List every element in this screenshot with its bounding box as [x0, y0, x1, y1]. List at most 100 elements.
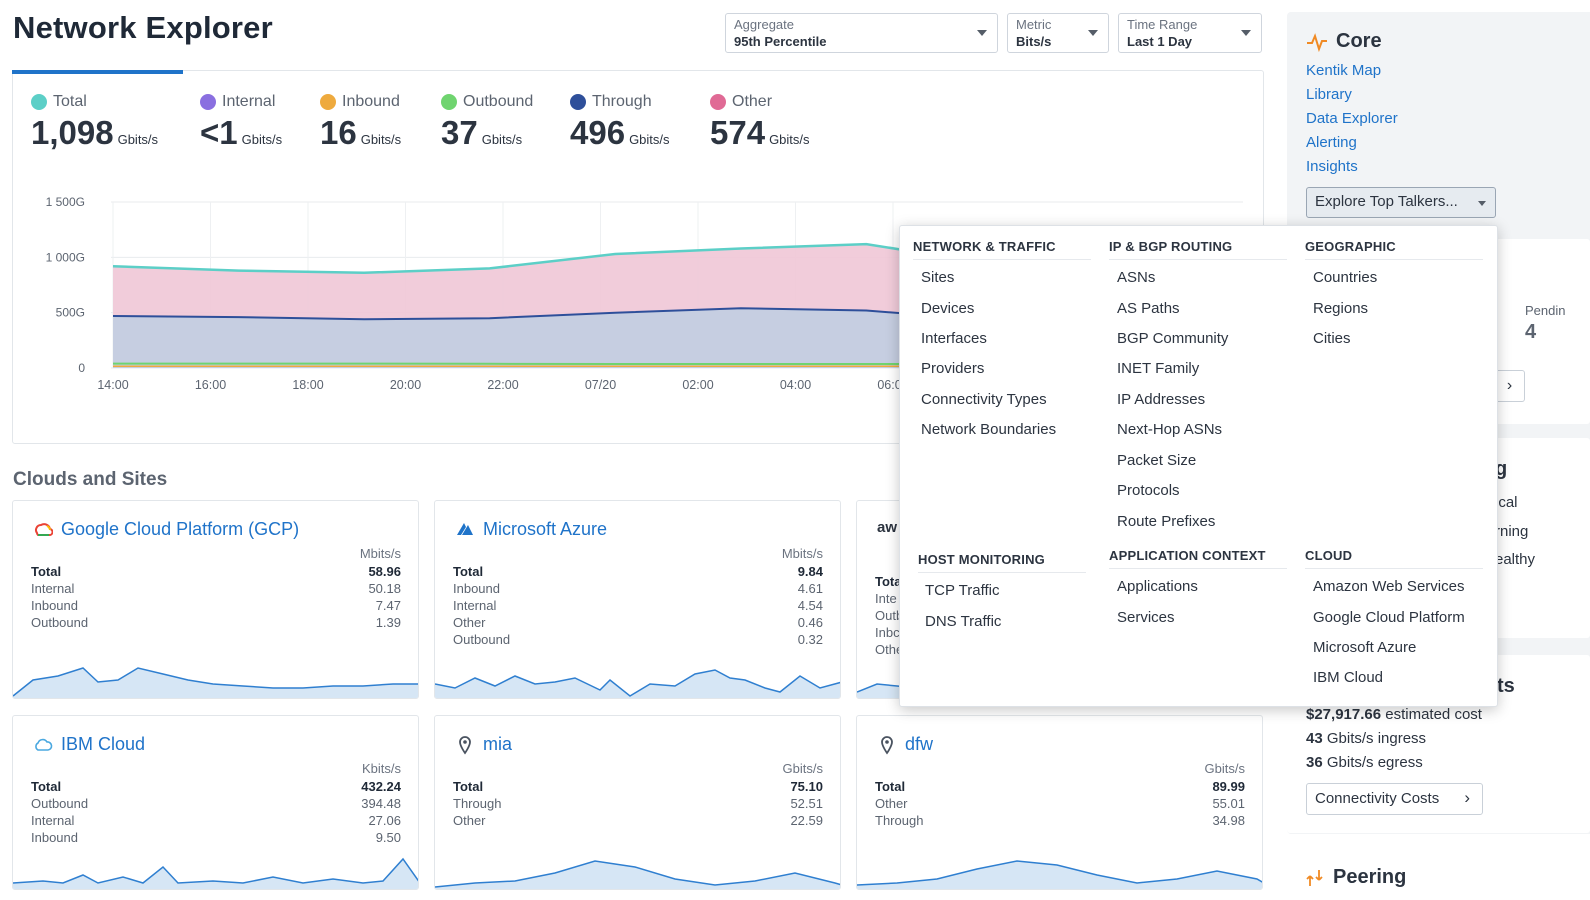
- menu-item-devices[interactable]: Devices: [921, 300, 974, 317]
- card-title[interactable]: IBM Cloud: [33, 734, 145, 755]
- menu-item-bgp-community[interactable]: BGP Community: [1117, 330, 1228, 347]
- menu-item-connectivity-types[interactable]: Connectivity Types: [921, 391, 1047, 408]
- card-title[interactable]: mia: [455, 734, 512, 755]
- card-title-text: IBM Cloud: [61, 734, 146, 754]
- card-unit: Mbits/s: [359, 546, 401, 561]
- menu-item-services[interactable]: Services: [1117, 609, 1175, 626]
- card-row: Other 55.01: [875, 796, 1245, 811]
- aggregate-value: 95th Percentile: [734, 34, 827, 49]
- card-title-text: dfw: [905, 734, 934, 754]
- menu-item-interfaces[interactable]: Interfaces: [921, 330, 987, 347]
- chevron-down-icon: [1088, 30, 1098, 36]
- cloud-card-ibm[interactable]: IBM Cloud Kbits/s Total 432.24 Outbound 39…: [12, 715, 419, 890]
- menu-item-packet-size[interactable]: Packet Size: [1117, 452, 1196, 469]
- link-alerting[interactable]: Alerting: [1306, 134, 1357, 151]
- card-row: Total 9.84: [453, 564, 823, 579]
- x-tick-label: 18:00: [292, 378, 323, 392]
- explore-top-talkers-button[interactable]: Explore Top Talkers...: [1306, 187, 1496, 218]
- peering-icon: [1306, 869, 1323, 886]
- link-library[interactable]: Library: [1306, 86, 1352, 103]
- card-row: Total 58.96: [31, 564, 401, 579]
- peering-title: Peering: [1305, 866, 1406, 889]
- aggregate-select[interactable]: Aggregate 95th Percentile: [725, 13, 998, 53]
- card-title[interactable]: aw: [877, 519, 897, 536]
- partial-card: Pendin 4 ›: [1495, 239, 1590, 424]
- time-range-label: Time Range: [1127, 17, 1198, 32]
- link-data-explorer[interactable]: Data Explorer: [1306, 110, 1398, 127]
- menu-item-network-boundaries[interactable]: Network Boundaries: [921, 421, 1056, 438]
- menu-item-as-paths[interactable]: AS Paths: [1117, 300, 1180, 317]
- card-title-text: Google Cloud Platform (GCP): [61, 519, 300, 539]
- menu-item-dns-traffic[interactable]: DNS Traffic: [925, 613, 1001, 630]
- x-tick-label: 04:00: [780, 378, 811, 392]
- card-row: Internal 27.06: [31, 813, 401, 828]
- dd-header-app-context: APPLICATION CONTEXT: [1109, 548, 1287, 569]
- menu-item-inet-family[interactable]: INET Family: [1117, 360, 1199, 377]
- y-tick-label: 500G: [56, 306, 85, 320]
- card-row: Total 75.10: [453, 779, 823, 794]
- menu-item-aws[interactable]: Amazon Web Services: [1313, 578, 1464, 595]
- sparkline: [435, 669, 840, 698]
- partial-card-2: g ical rning ealthy: [1495, 438, 1590, 638]
- chevron-right-icon[interactable]: ›: [1495, 370, 1525, 402]
- connectivity-costs-button[interactable]: Connectivity Costs ›: [1306, 783, 1483, 815]
- card-row: Internal 50.18: [31, 581, 401, 596]
- menu-item-protocols[interactable]: Protocols: [1117, 482, 1180, 499]
- metric-select[interactable]: Metric Bits/s: [1007, 13, 1109, 53]
- menu-item-azure[interactable]: Microsoft Azure: [1313, 639, 1416, 656]
- link-kentik-map[interactable]: Kentik Map: [1306, 62, 1381, 79]
- explore-button-label: Explore Top Talkers...: [1315, 193, 1458, 210]
- card-rows: Total 89.99 Other 55.01 Through 34.98: [875, 778, 1245, 829]
- dd-header-network-traffic: NETWORK & TRAFFIC: [913, 239, 1091, 260]
- menu-item-countries[interactable]: Countries: [1313, 269, 1377, 286]
- pending-label: Pendin: [1525, 303, 1566, 318]
- dd-header-host-monitoring: HOST MONITORING: [918, 552, 1086, 573]
- time-range-select[interactable]: Time Range Last 1 Day: [1118, 13, 1262, 53]
- pending-value: 4: [1525, 321, 1537, 343]
- panel-accent-bar: [12, 70, 183, 74]
- cloud-card-azure[interactable]: Microsoft Azure Mbits/s Total 9.84 Inboun…: [434, 500, 841, 699]
- x-tick-label: 20:00: [390, 378, 421, 392]
- menu-item-tcp-traffic[interactable]: TCP Traffic: [925, 582, 999, 599]
- card-row: Total 89.99: [875, 779, 1245, 794]
- ibm-cloud-icon: [35, 738, 53, 751]
- x-tick-label: 14:00: [97, 378, 128, 392]
- menu-item-cities[interactable]: Cities: [1313, 330, 1351, 347]
- sparkline: [435, 860, 840, 889]
- site-card-dfw[interactable]: dfw Gbits/s Total 89.99 Other 55.01 Throug…: [856, 715, 1263, 890]
- menu-item-route-prefixes[interactable]: Route Prefixes: [1117, 513, 1215, 530]
- card-row: Through 52.51: [453, 796, 823, 811]
- site-card-mia[interactable]: mia Gbits/s Total 75.10 Through 52.51 Othe…: [434, 715, 841, 890]
- cloud-card-gcp[interactable]: Google Cloud Platform (GCP) Mbits/s Tota…: [12, 500, 419, 699]
- card-title[interactable]: Microsoft Azure: [455, 519, 607, 540]
- gcp-icon: [35, 522, 53, 536]
- partial-line: ealthy: [1495, 551, 1536, 568]
- egress-cost: 36 Gbits/s egress: [1306, 754, 1423, 771]
- menu-item-gcp[interactable]: Google Cloud Platform: [1313, 609, 1465, 626]
- link-insights[interactable]: Insights: [1306, 158, 1358, 175]
- clouds-section-title: Clouds and Sites: [13, 469, 168, 490]
- card-row: Other 22.59: [453, 813, 823, 828]
- menu-item-sites[interactable]: Sites: [921, 269, 954, 286]
- x-tick-label: 02:00: [682, 378, 713, 392]
- card-title[interactable]: Google Cloud Platform (GCP): [33, 519, 299, 540]
- card-row: Inbound 9.50: [31, 830, 401, 845]
- menu-item-providers[interactable]: Providers: [921, 360, 984, 377]
- card-title-text: Microsoft Azure: [483, 519, 608, 539]
- aws-icon: aw: [877, 519, 898, 536]
- menu-item-ibm-cloud[interactable]: IBM Cloud: [1313, 669, 1383, 686]
- menu-item-asns[interactable]: ASNs: [1117, 269, 1155, 286]
- costs-partial-title: ts: [1497, 675, 1515, 697]
- menu-item-next-hop-asns[interactable]: Next-Hop ASNs: [1117, 421, 1222, 438]
- card-row: Outbound 0.32: [453, 632, 823, 647]
- card-title-text: mia: [483, 734, 513, 754]
- menu-item-regions[interactable]: Regions: [1313, 300, 1368, 317]
- partial-line: ical: [1495, 494, 1518, 511]
- menu-item-ip-addresses[interactable]: IP Addresses: [1117, 391, 1205, 408]
- card-title[interactable]: dfw: [877, 734, 933, 755]
- dd-header-cloud: CLOUD: [1305, 548, 1483, 569]
- card-unit: Mbits/s: [781, 546, 823, 561]
- menu-item-applications[interactable]: Applications: [1117, 578, 1198, 595]
- card-row: Inbound 7.47: [31, 598, 401, 613]
- location-pin-icon: [881, 735, 893, 755]
